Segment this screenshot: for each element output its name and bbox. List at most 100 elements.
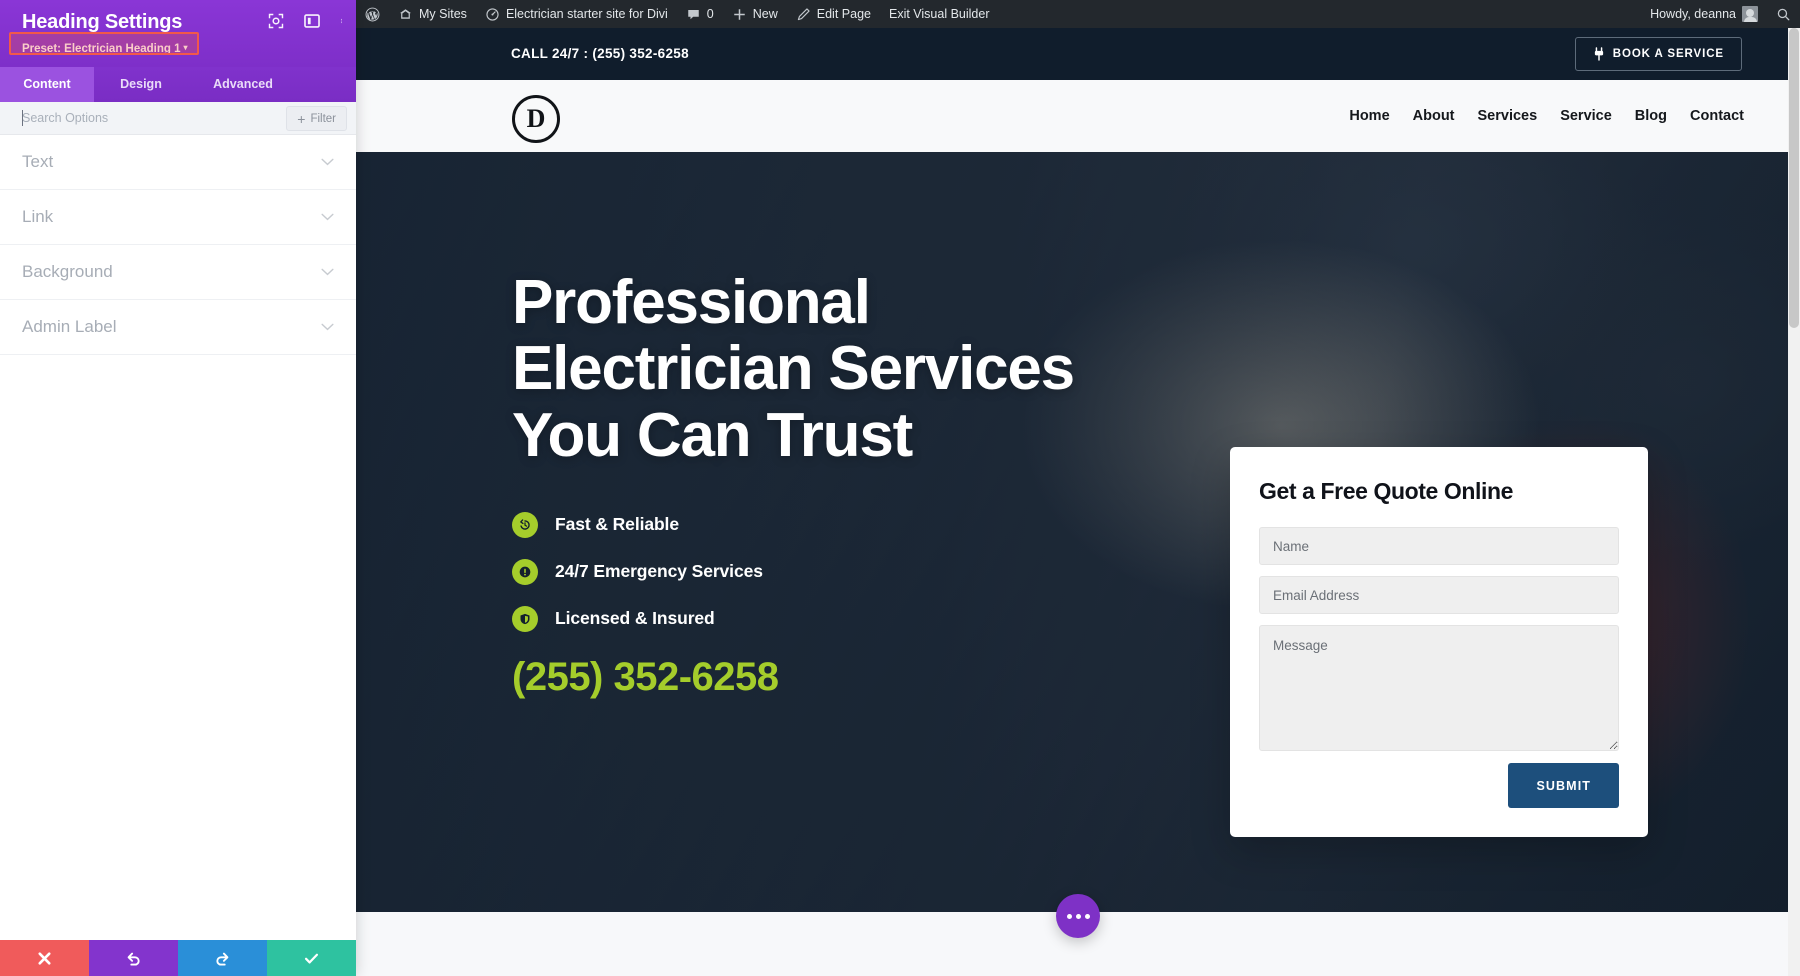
toggle-background[interactable]: Background — [0, 245, 356, 300]
account-menu[interactable]: Howdy, deanna — [1641, 0, 1767, 28]
plus-icon — [734, 8, 745, 20]
nav-link-service[interactable]: Service — [1560, 108, 1612, 124]
dashboard-icon — [486, 7, 499, 21]
nav-link-about[interactable]: About — [1413, 108, 1455, 124]
quote-form-card: Get a Free Quote Online SUBMIT — [1230, 447, 1648, 837]
exit-visual-builder-label: Exit Visual Builder — [888, 7, 990, 21]
edit-page-label: Edit Page — [816, 7, 871, 21]
settings-tabs: Content Design Advanced — [0, 67, 356, 102]
tab-advanced[interactable]: Advanced — [188, 67, 298, 102]
my-sites-label: My Sites — [419, 7, 467, 21]
site-top-bar: CALL 24/7 : (255) 352-6258 BOOK A SERVIC… — [356, 28, 1800, 80]
toggle-label: Background — [22, 262, 113, 281]
settings-header-actions — [267, 12, 344, 30]
chevron-down-icon — [321, 323, 334, 331]
redo-button[interactable] — [178, 940, 267, 976]
toggle-admin-label[interactable]: Admin Label — [0, 300, 356, 355]
book-a-service-button[interactable]: BOOK A SERVICE — [1574, 37, 1742, 71]
email-field[interactable] — [1259, 576, 1619, 614]
avatar — [1742, 6, 1758, 22]
nav-link-home[interactable]: Home — [1349, 108, 1389, 124]
redo-icon — [216, 952, 229, 966]
sites-icon — [399, 8, 412, 19]
pencil-icon — [797, 7, 810, 20]
settings-panel-header: Heading Settings Preset: Electrician Hea… — [0, 0, 356, 67]
panel-layout-icon[interactable] — [303, 12, 321, 30]
hero-section: Professional Electrician Services You Ca… — [356, 152, 1800, 912]
plus-icon: + — [297, 110, 306, 127]
scrollbar-thumb[interactable] — [1789, 28, 1799, 328]
wordpress-admin-bar: My Sites Electrician starter site for Di… — [356, 0, 1800, 28]
site-navigation-bar: D Home About Services Service Blog Conta… — [356, 80, 1800, 152]
clock-history-icon — [512, 511, 538, 538]
hero-heading-line1: Professional — [512, 268, 871, 337]
site-name-menu[interactable]: Electrician starter site for Divi — [476, 0, 677, 28]
new-label: New — [752, 7, 778, 21]
exclamation-circle-icon — [512, 558, 538, 585]
preset-selector[interactable]: Preset: Electrician Heading 1 ▾ — [22, 40, 188, 57]
dot — [1084, 913, 1090, 919]
module-settings-panel: Heading Settings Preset: Electrician Hea… — [0, 0, 356, 976]
search-input[interactable] — [0, 101, 250, 135]
more-options-icon[interactable] — [1056, 894, 1100, 938]
book-a-service-label: BOOK A SERVICE — [1612, 48, 1724, 60]
shield-check-icon — [512, 605, 538, 632]
howdy-label: Howdy, deanna — [1650, 7, 1736, 21]
feature-label: 24/7 Emergency Services — [555, 561, 763, 582]
text-cursor — [22, 110, 23, 126]
chevron-down-icon: ▾ — [183, 43, 188, 52]
page-scrollbar[interactable] — [1788, 28, 1800, 976]
filter-button[interactable]: + Filter — [286, 106, 347, 131]
submit-button[interactable]: SUBMIT — [1508, 763, 1619, 808]
admin-search-button[interactable] — [1767, 0, 1800, 28]
check-icon — [304, 953, 319, 964]
message-field[interactable] — [1259, 625, 1619, 751]
feature-label: Licensed & Insured — [555, 608, 715, 629]
exit-visual-builder-button[interactable]: Exit Visual Builder — [880, 0, 999, 28]
wordpress-logo-button[interactable] — [356, 0, 389, 28]
site-bottom-area — [356, 894, 1800, 972]
comments-menu[interactable]: 0 — [677, 0, 723, 28]
kebab-menu-icon[interactable] — [339, 12, 344, 30]
toggle-label: Admin Label — [22, 317, 117, 336]
undo-icon — [127, 952, 140, 966]
toggle-link[interactable]: Link — [0, 190, 356, 245]
submit-row: SUBMIT — [1259, 763, 1619, 808]
hero-heading-line2: Electrician Services — [512, 334, 1075, 404]
edit-page-button[interactable]: Edit Page — [787, 0, 880, 28]
settings-footer-toolbar — [0, 940, 356, 976]
close-icon — [38, 951, 51, 965]
preset-label: Preset: Electrician Heading 1 — [22, 43, 181, 55]
filter-label: Filter — [310, 112, 336, 125]
cancel-button[interactable] — [0, 940, 89, 976]
search-options-row: + Filter — [0, 101, 356, 135]
wordpress-icon — [365, 7, 380, 21]
toggle-label: Text — [22, 152, 54, 171]
comment-count: 0 — [706, 7, 714, 21]
hero-heading-line3: You Can Trust — [512, 400, 913, 470]
chevron-down-icon — [321, 268, 334, 276]
search-icon — [1777, 8, 1790, 20]
dot — [1066, 913, 1072, 919]
toggle-text[interactable]: Text — [0, 135, 356, 190]
dot — [1075, 913, 1081, 919]
new-content-menu[interactable]: New — [723, 0, 787, 28]
undo-button[interactable] — [89, 940, 178, 976]
my-sites-menu[interactable]: My Sites — [389, 0, 476, 28]
nav-link-contact[interactable]: Contact — [1690, 108, 1744, 124]
quote-form-title: Get a Free Quote Online — [1259, 478, 1514, 504]
target-icon[interactable] — [267, 12, 285, 30]
site-logo[interactable]: D — [512, 95, 560, 143]
topbar-call-text: CALL 24/7 : (255) 352-6258 — [511, 46, 689, 61]
tab-content[interactable]: Content — [0, 67, 94, 102]
nav-link-services[interactable]: Services — [1478, 108, 1538, 124]
nav-link-blog[interactable]: Blog — [1635, 108, 1667, 124]
hero-heading: Professional Electrician Services You Ca… — [512, 268, 1152, 470]
name-field[interactable] — [1259, 527, 1619, 565]
save-button[interactable] — [267, 940, 356, 976]
tab-design[interactable]: Design — [94, 67, 188, 102]
settings-toggle-list: Text Link Background Admin Label — [0, 135, 356, 940]
chevron-down-icon — [321, 158, 334, 166]
website-preview: CALL 24/7 : (255) 352-6258 BOOK A SERVIC… — [356, 28, 1800, 976]
feature-label: Fast & Reliable — [555, 514, 679, 535]
